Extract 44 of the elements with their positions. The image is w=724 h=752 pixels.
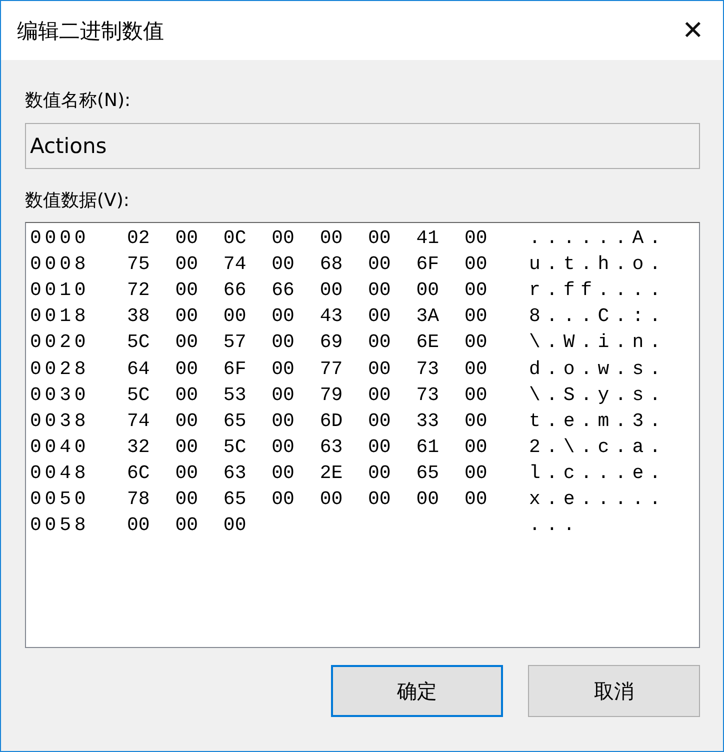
value-name-label: 数值名称(N): bbox=[25, 89, 132, 112]
offset-text: 0040 bbox=[30, 436, 90, 458]
hex-bytes-text: 02 00 0C 00 00 00 41 00 bbox=[127, 227, 488, 250]
hex-bytes-text: 72 00 66 66 00 00 00 00 bbox=[127, 279, 488, 302]
value-name-field[interactable]: Actions bbox=[25, 123, 700, 169]
offset-text: 0008 bbox=[30, 253, 90, 276]
ascii-text: \.W.i.n. bbox=[529, 331, 667, 354]
ascii-text: 2.\.c.a. bbox=[529, 436, 667, 458]
ascii-text: r.ff.... bbox=[529, 279, 667, 302]
ascii-text: d.o.w.s. bbox=[529, 358, 667, 380]
ascii-text: 8...C.:. bbox=[529, 305, 667, 328]
ascii-text: \.S.y.s. bbox=[529, 384, 667, 406]
hex-bytes-text: 74 00 65 00 6D 00 33 00 bbox=[127, 410, 488, 432]
offset-text: 0038 bbox=[30, 410, 90, 432]
offset-text: 0010 bbox=[30, 279, 90, 302]
hex-bytes-text: 00 00 00 bbox=[127, 514, 248, 536]
ascii-text: x.e..... bbox=[529, 488, 667, 510]
hex-bytes-text: 38 00 00 00 43 00 3A 00 bbox=[127, 305, 488, 328]
offset-text: 0000 bbox=[30, 227, 90, 250]
ascii-text: u.t.h.o. bbox=[529, 253, 667, 276]
value-data-label: 数值数据(V): bbox=[25, 189, 130, 212]
offset-text: 0018 bbox=[30, 305, 90, 328]
offset-text: 0028 bbox=[30, 358, 90, 380]
ascii-text: ... bbox=[529, 514, 581, 536]
cancel-button[interactable]: 取消 bbox=[528, 665, 700, 717]
hex-bytes-text: 78 00 65 00 00 00 00 00 bbox=[127, 488, 488, 510]
hex-editor[interactable] bbox=[25, 222, 700, 648]
hex-bytes-text: 6C 00 63 00 2E 00 65 00 bbox=[127, 462, 488, 484]
ascii-text: l.c...e. bbox=[529, 462, 667, 484]
hex-bytes-text: 75 00 74 00 68 00 6F 00 bbox=[127, 253, 488, 276]
hex-bytes-text: 32 00 5C 00 63 00 61 00 bbox=[127, 436, 488, 458]
ascii-text: ......A. bbox=[529, 227, 667, 250]
ok-button[interactable]: 确定 bbox=[331, 665, 503, 717]
offset-text: 0020 bbox=[30, 331, 90, 354]
hex-bytes-text: 5C 00 53 00 79 00 73 00 bbox=[127, 384, 488, 406]
ascii-text: t.e.m.3. bbox=[529, 410, 667, 432]
close-button[interactable]: ✕ bbox=[663, 1, 723, 60]
offset-text: 0030 bbox=[30, 384, 90, 406]
offset-text: 0048 bbox=[30, 462, 90, 484]
hex-bytes-text: 5C 00 57 00 69 00 6E 00 bbox=[127, 331, 488, 354]
hex-bytes-text: 64 00 6F 00 77 00 73 00 bbox=[127, 358, 488, 380]
offset-text: 0058 bbox=[30, 514, 90, 536]
offset-text: 0050 bbox=[30, 488, 90, 510]
window-title: 编辑二进制数值 bbox=[17, 18, 164, 44]
